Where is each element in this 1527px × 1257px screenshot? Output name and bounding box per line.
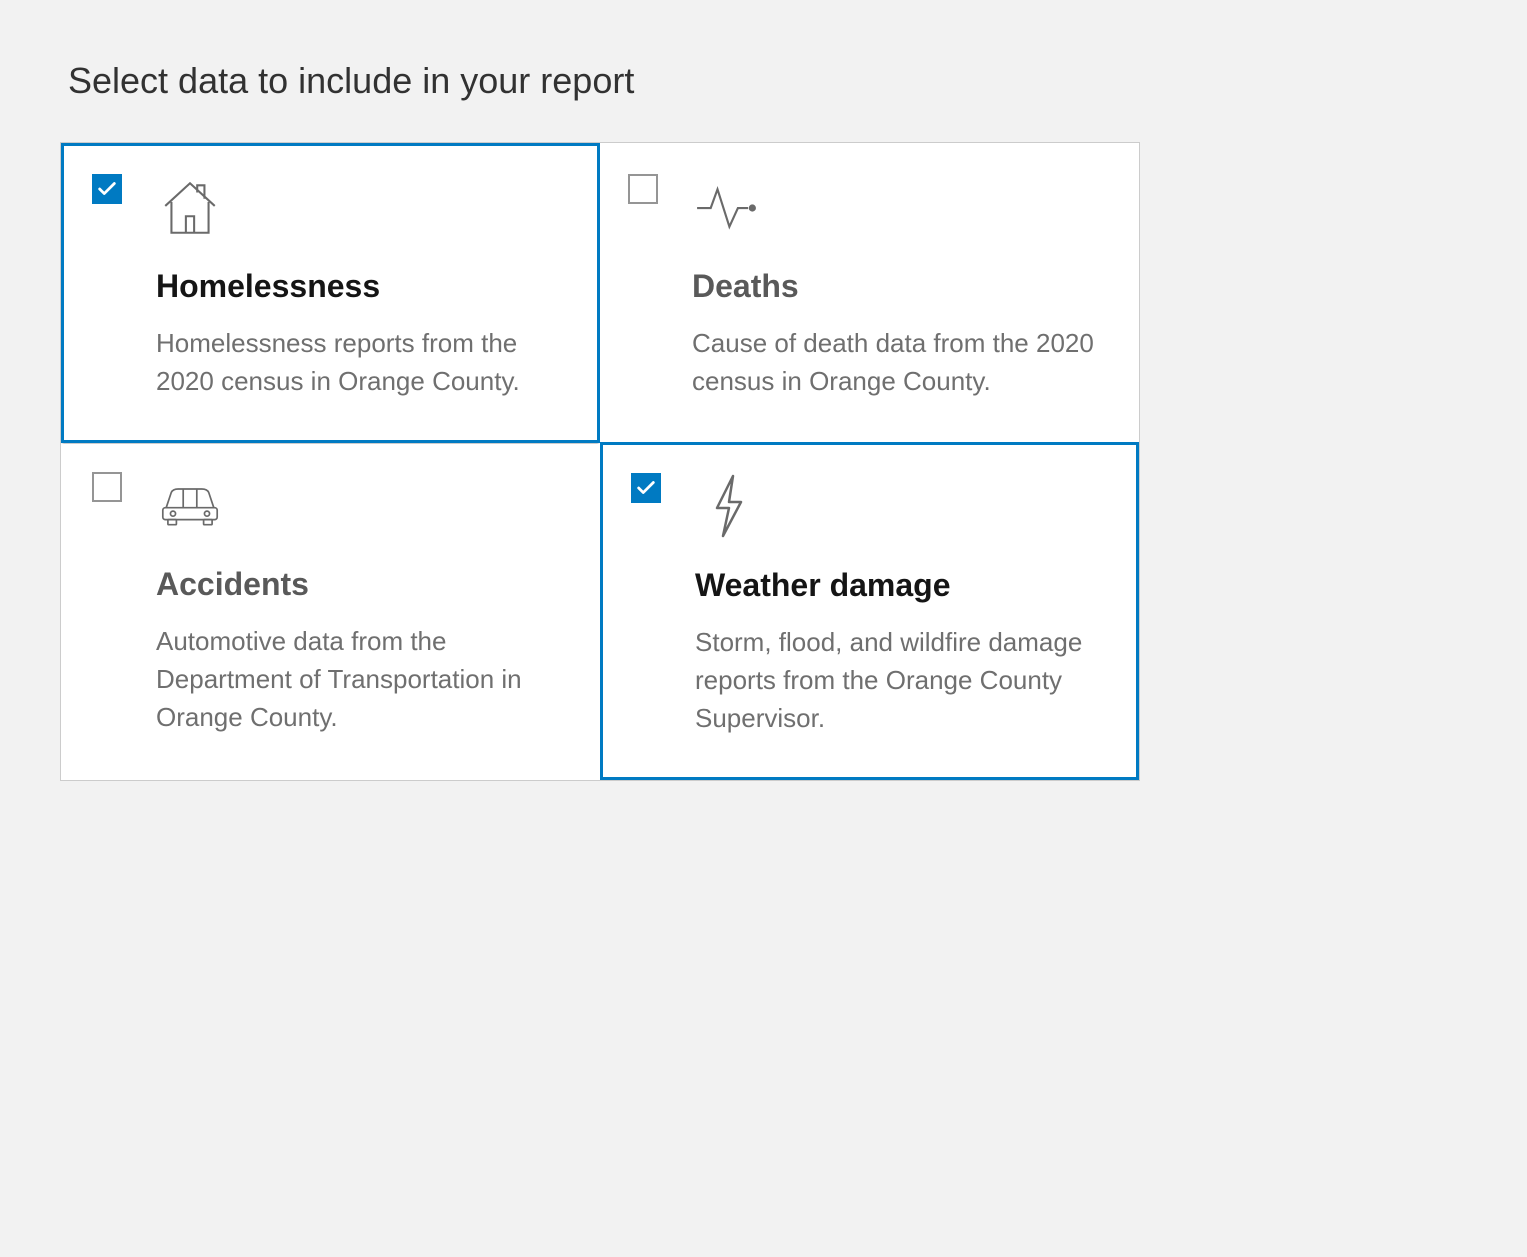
checkbox-accidents[interactable] <box>92 472 122 502</box>
card-weather-damage[interactable]: Weather damage Storm, flood, and wildfir… <box>600 442 1139 780</box>
card-title: Deaths <box>692 268 1108 305</box>
check-icon <box>635 477 657 499</box>
page-title: Select data to include in your report <box>68 60 1467 102</box>
card-description: Cause of death data from the 2020 census… <box>692 325 1108 400</box>
card-deaths[interactable]: Deaths Cause of death data from the 2020… <box>600 143 1139 443</box>
checkbox-weather-damage[interactable] <box>631 473 661 503</box>
card-description: Storm, flood, and wildfire damage report… <box>695 624 1108 737</box>
car-icon <box>156 472 224 540</box>
card-description: Automotive data from the Department of T… <box>156 623 569 736</box>
card-title: Weather damage <box>695 567 1108 604</box>
card-title: Accidents <box>156 566 569 603</box>
house-icon <box>156 174 224 242</box>
lightning-icon <box>695 473 763 541</box>
check-icon <box>96 178 118 200</box>
card-grid: Homelessness Homelessness reports from t… <box>60 142 1140 781</box>
card-description: Homelessness reports from the 2020 censu… <box>156 325 569 400</box>
pulse-icon <box>692 174 760 242</box>
checkbox-homelessness[interactable] <box>92 174 122 204</box>
card-accidents[interactable]: Accidents Automotive data from the Depar… <box>61 443 600 780</box>
card-homelessness[interactable]: Homelessness Homelessness reports from t… <box>61 143 600 443</box>
card-title: Homelessness <box>156 268 569 305</box>
checkbox-deaths[interactable] <box>628 174 658 204</box>
